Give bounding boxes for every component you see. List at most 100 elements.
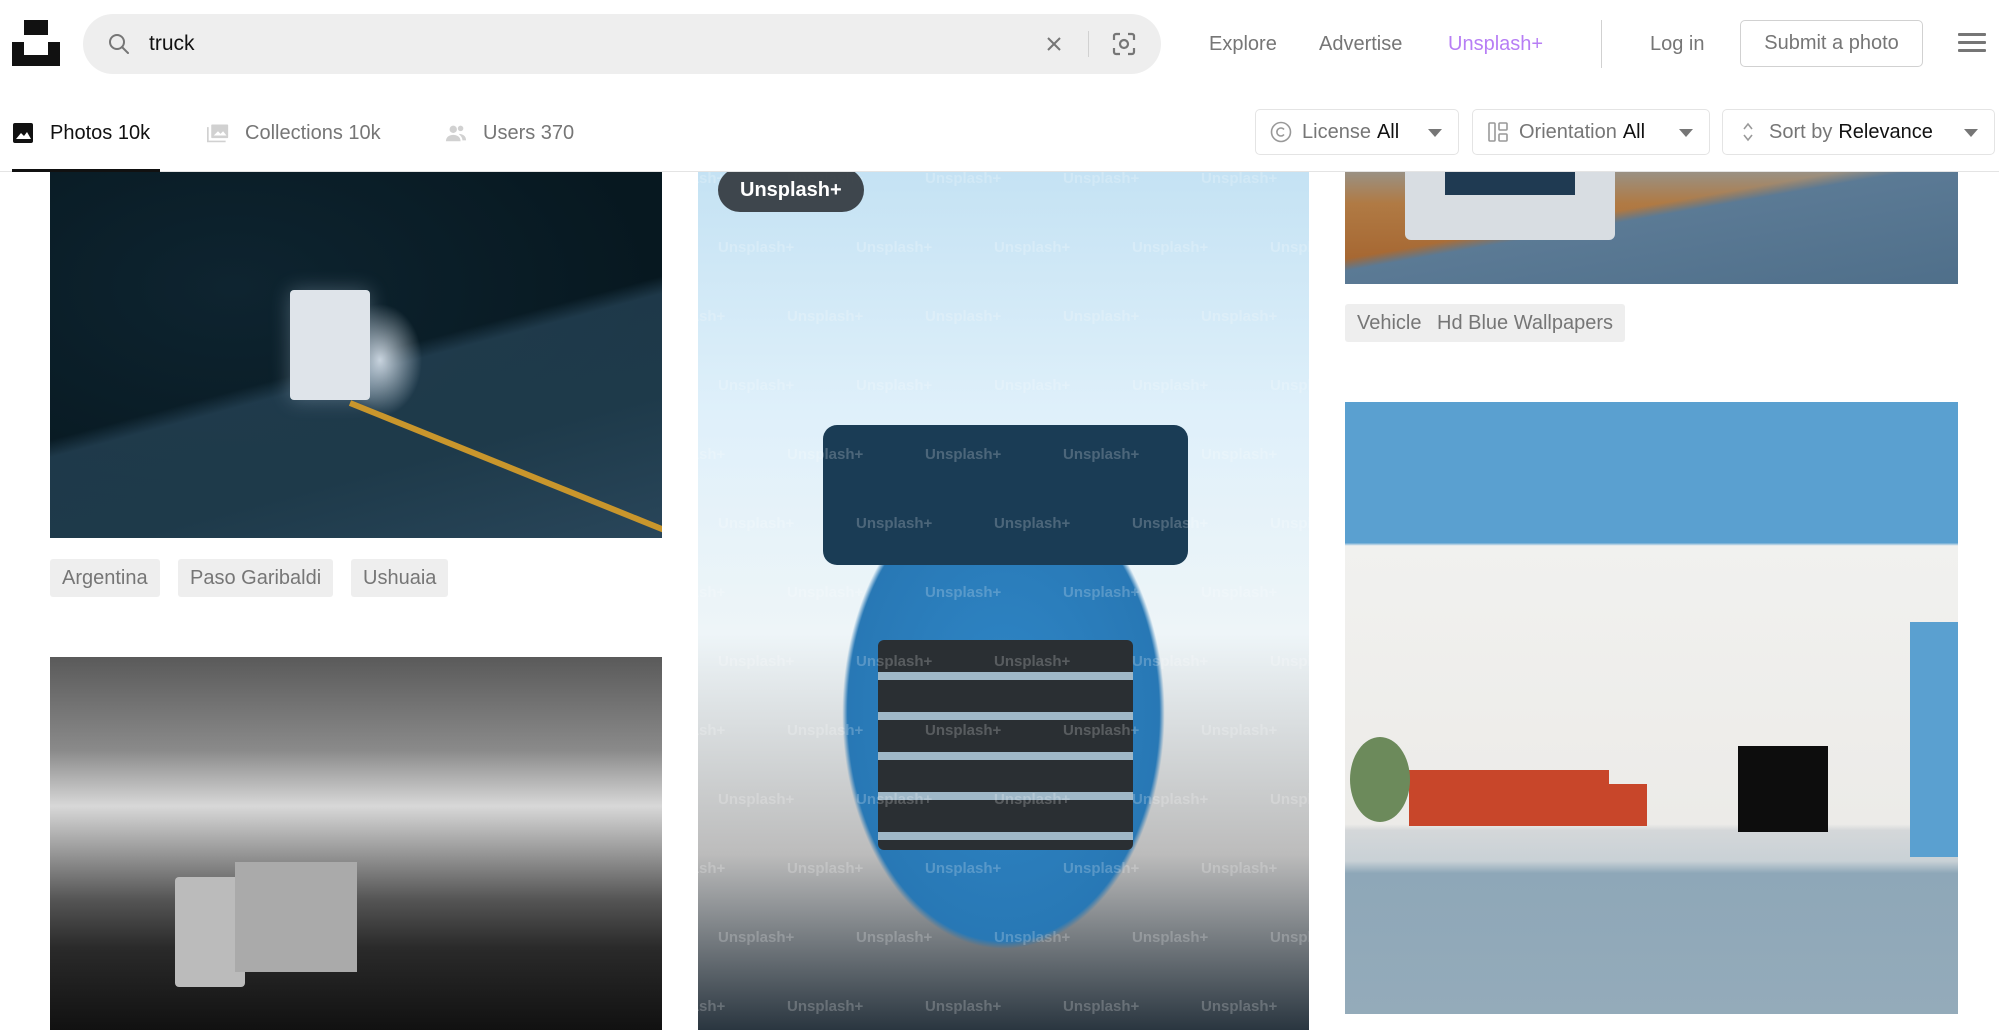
tab-label: Collections 10k [245,121,381,144]
nav-advertise[interactable]: Advertise [1319,30,1402,58]
watermark-text: Unsplash+ [1201,584,1278,601]
search-icon[interactable] [107,32,131,56]
photo-card[interactable] [50,657,662,1030]
filter-label: Sort by [1769,120,1833,143]
tab-users[interactable]: Users 370 [445,118,574,148]
photo-truck-shape [290,290,370,400]
submit-photo-button[interactable]: Submit a photo [1740,20,1923,67]
watermark-text: Unsplash+ [698,722,726,739]
watermark-text: Unsplash+ [1132,791,1209,808]
watermark-text: Unsplash+ [1201,860,1278,877]
photo-tree [1350,737,1410,822]
watermark-text: Unsplash+ [994,239,1071,256]
tab-photos[interactable]: Photos 10k [12,118,150,148]
watermark-text: Unsplash+ [1132,929,1209,946]
filter-label: Orientation [1519,120,1617,143]
login-link[interactable]: Log in [1650,30,1705,58]
tab-label: Photos 10k [50,121,151,144]
watermark-text: Unsplash+ [925,860,1002,877]
watermark-text: Unsplash+ [718,377,795,394]
watermark-text: Unsplash+ [1270,239,1309,256]
photo-orange-truck [1409,770,1609,826]
filter-label: License [1302,120,1371,143]
photo-icon [13,123,33,143]
watermark-text: Unsplash+ [1201,446,1278,463]
watermark-text: Unsplash+ [1063,170,1140,187]
visual-search-icon[interactable] [1111,31,1137,57]
tag[interactable]: Argentina [50,559,160,597]
chevron-down-icon [1428,129,1442,137]
filter-value: All [1376,120,1400,143]
photo-card[interactable] [50,120,662,538]
photo-grille [878,640,1133,850]
menu-icon[interactable] [1958,33,1986,55]
tag[interactable]: Vehicle [1345,304,1434,342]
watermark-text: Unsplash+ [787,308,864,325]
watermark-text: Unsplash+ [1201,998,1278,1015]
watermark-text: Unsplash+ [698,446,726,463]
watermark-text: Unsplash+ [925,170,1002,187]
filter-value: Relevance [1838,120,1933,143]
watermark-text: Unsplash+ [718,929,795,946]
sort-filter[interactable]: Sort by Relevance [1722,109,1995,155]
watermark-text: Unsplash+ [718,653,795,670]
watermark-text: Unsplash+ [1270,791,1309,808]
photo-trailer [235,862,357,972]
watermark-text: Unsplash+ [925,998,1002,1015]
watermark-text: Unsplash+ [698,998,726,1015]
copyright-icon [1270,121,1292,143]
watermark-text: Unsplash+ [1270,377,1309,394]
nav-unsplash-plus[interactable]: Unsplash+ [1448,30,1543,58]
photo-windshield [823,425,1188,565]
menu-line [1958,49,1986,52]
tag[interactable]: Paso Garibaldi [178,559,334,597]
tag[interactable]: Ushuaia [351,559,449,597]
photo-sky-edge [1910,622,1958,857]
watermark-text: Unsplash+ [856,929,933,946]
tag[interactable]: Hd Blue Wallpapers [1425,304,1626,342]
photo-card[interactable]: Unsplash+ Unsplash+ Unsplash+ Unsplash+ Unsp… [698,150,1309,1030]
top-bar: Explore Advertise Unsplash+ Log in Submi… [0,0,1999,88]
watermark-text: Unsplash+ [856,239,933,256]
watermark-text: Unsplash+ [1132,239,1209,256]
watermark-text: Unsplash+ [1270,653,1309,670]
filter-value: All [1622,120,1646,143]
tab-label: Users 370 [483,121,575,144]
watermark-text: Unsplash+ [1063,308,1140,325]
watermark-text: Unsplash+ [787,722,864,739]
orientation-icon [1488,122,1508,142]
search-sub-nav: Photos 10k Collections 10k Users 370 Lic… [0,88,1999,172]
collections-icon [207,124,229,143]
watermark-text: Unsplash+ [1063,860,1140,877]
orientation-filter[interactable]: Orientation All [1472,109,1710,155]
license-filter[interactable]: License All [1255,109,1459,155]
watermark-text: Unsplash+ [1132,653,1209,670]
photo-card[interactable] [1345,402,1958,1014]
header-divider [1601,20,1602,68]
watermark-text: Unsplash+ [994,929,1071,946]
sort-icon [1743,122,1753,142]
clear-search-icon[interactable] [1043,33,1065,55]
watermark-text: Unsplash+ [787,860,864,877]
chevron-down-icon [1964,129,1978,137]
watermark-text: Unsplash+ [698,860,726,877]
watermark-text: Unsplash+ [787,998,864,1015]
watermark-text: Unsplash+ [1063,998,1140,1015]
watermark-text: Unsplash+ [787,584,864,601]
menu-line [1958,41,1986,44]
search-input[interactable] [149,14,1049,74]
unsplash-plus-badge: Unsplash+ [718,168,864,212]
tab-collections[interactable]: Collections 10k [207,118,381,148]
watermark-text: Unsplash+ [925,584,1002,601]
logo-top-block [24,20,48,35]
watermark-text: Unsplash+ [698,584,726,601]
chevron-down-icon [1679,129,1693,137]
menu-line [1958,33,1986,36]
unsplash-logo[interactable] [12,20,60,66]
active-tab-indicator [12,169,160,172]
nav-explore[interactable]: Explore [1209,30,1277,58]
watermark-text: Unsplash+ [1270,929,1309,946]
watermark-text: Unsplash+ [1201,170,1278,187]
watermark-text: Unsplash+ [1132,377,1209,394]
photo-warehouse-door [1738,746,1828,832]
